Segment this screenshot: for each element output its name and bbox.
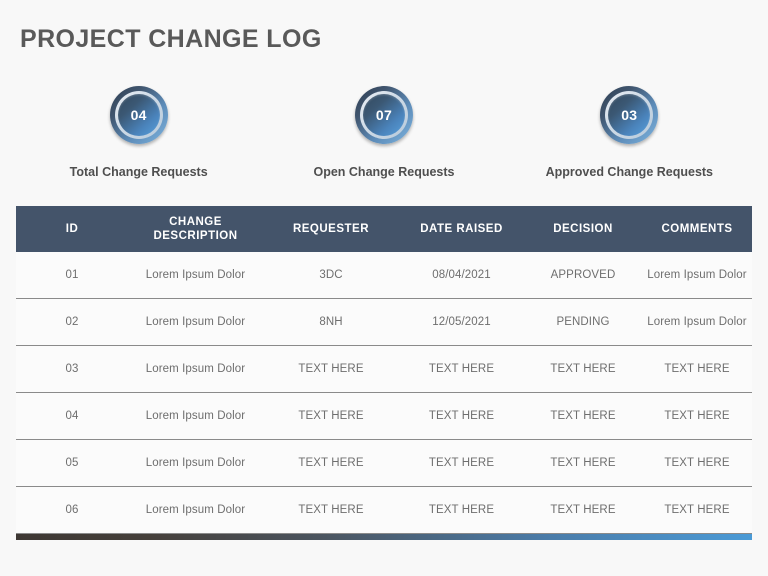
cell-decision: TEXT HERE [550, 457, 616, 469]
column-header-line1: CHANGE [169, 215, 222, 228]
table-row[interactable]: 03 Lorem Ipsum Dolor TEXT HERE TEXT HERE… [16, 346, 752, 393]
cell-id: 03 [65, 363, 79, 375]
column-header-line2: DESCRIPTION [153, 230, 238, 242]
table-footer-accent-bar [16, 534, 752, 540]
circle-badge-icon: 04 [109, 86, 168, 144]
cell-date-raised: 08/04/2021 [432, 269, 491, 281]
column-header-comments: COMMENTS [661, 222, 733, 235]
column-header-date-raised: DATE RAISED [420, 222, 503, 235]
column-header-change-description: CHANGE DESCRIPTION [128, 206, 263, 252]
cell-description: Lorem Ipsum Dolor [145, 363, 246, 375]
kpi-value: 04 [130, 107, 147, 123]
cell-decision: PENDING [556, 316, 610, 328]
badge-inner-disc: 04 [117, 94, 160, 136]
table-row[interactable]: 04 Lorem Ipsum Dolor TEXT HERE TEXT HERE… [16, 393, 752, 440]
cell-description: Lorem Ipsum Dolor [145, 457, 246, 469]
page-title: PROJECT CHANGE LOG [20, 25, 322, 53]
cell-comments: TEXT HERE [664, 457, 730, 469]
kpi-value: 07 [375, 107, 393, 123]
table-row[interactable]: 02 Lorem Ipsum Dolor 8NH 12/05/2021 PEND… [16, 299, 752, 346]
cell-date-raised: TEXT HERE [428, 504, 495, 516]
table-row[interactable]: 06 Lorem Ipsum Dolor TEXT HERE TEXT HERE… [16, 487, 752, 534]
cell-comments: Lorem Ipsum Dolor [647, 316, 747, 328]
badge-inner-disc: 07 [362, 94, 405, 136]
table-row[interactable]: 05 Lorem Ipsum Dolor TEXT HERE TEXT HERE… [16, 440, 752, 487]
kpi-label: Total Change Requests [69, 165, 208, 179]
cell-date-raised: TEXT HERE [428, 363, 495, 375]
table-header-row: ID CHANGE DESCRIPTION REQUESTER DATE RAI… [16, 206, 752, 252]
cell-decision: TEXT HERE [550, 363, 616, 375]
column-header-decision: DECISION [553, 222, 613, 235]
cell-date-raised: TEXT HERE [428, 410, 495, 422]
cell-comments: Lorem Ipsum Dolor [647, 269, 747, 281]
cell-decision: APPROVED [550, 269, 616, 281]
column-header-id: ID [65, 222, 79, 235]
cell-requester: TEXT HERE [298, 504, 364, 516]
column-header-requester: REQUESTER [292, 222, 370, 235]
cell-decision: TEXT HERE [550, 504, 616, 516]
cell-requester: TEXT HERE [298, 410, 364, 422]
kpi-approved-change-requests: 03 Approved Change Requests [507, 86, 752, 179]
cell-description: Lorem Ipsum Dolor [145, 316, 246, 328]
circle-badge-icon: 03 [600, 86, 659, 144]
cell-description: Lorem Ipsum Dolor [145, 504, 246, 516]
cell-comments: TEXT HERE [664, 363, 730, 375]
table-row[interactable]: 01 Lorem Ipsum Dolor 3DC 08/04/2021 APPR… [16, 252, 752, 299]
kpi-summary-row: 04 Total Change Requests 07 Open Change … [16, 86, 752, 179]
cell-id: 05 [65, 457, 79, 469]
kpi-total-change-requests: 04 Total Change Requests [16, 86, 261, 179]
cell-id: 06 [65, 504, 79, 516]
cell-requester: TEXT HERE [298, 363, 364, 375]
cell-date-raised: 12/05/2021 [432, 316, 491, 328]
cell-description: Lorem Ipsum Dolor [145, 269, 246, 281]
change-log-table: ID CHANGE DESCRIPTION REQUESTER DATE RAI… [16, 206, 752, 540]
cell-comments: TEXT HERE [664, 504, 730, 516]
cell-comments: TEXT HERE [664, 410, 730, 422]
cell-requester: 8NH [319, 316, 343, 328]
cell-description: Lorem Ipsum Dolor [145, 410, 246, 422]
circle-badge-icon: 07 [354, 86, 413, 144]
kpi-label: Approved Change Requests [545, 165, 714, 179]
cell-id: 02 [65, 316, 79, 328]
kpi-value: 03 [621, 107, 638, 123]
cell-id: 04 [65, 410, 79, 422]
cell-requester: TEXT HERE [298, 457, 364, 469]
cell-date-raised: TEXT HERE [428, 457, 495, 469]
cell-id: 01 [65, 269, 79, 281]
badge-inner-disc: 03 [608, 94, 651, 136]
cell-decision: TEXT HERE [550, 410, 616, 422]
kpi-open-change-requests: 07 Open Change Requests [261, 86, 506, 179]
cell-requester: 3DC [319, 269, 343, 281]
kpi-label: Open Change Requests [313, 165, 455, 179]
